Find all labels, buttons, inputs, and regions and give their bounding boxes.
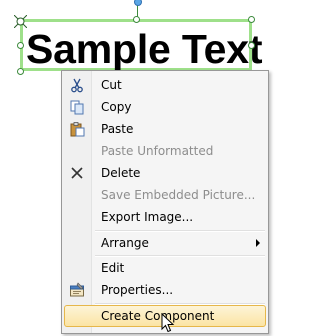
resize-handle-right[interactable] (248, 42, 255, 49)
menu-item-label: Create Component (101, 309, 215, 323)
menu-item-edit[interactable]: Edit (64, 257, 266, 279)
menu-item-properties[interactable]: Properties... (64, 279, 266, 301)
paste-icon (70, 122, 85, 137)
resize-handle-left[interactable] (17, 42, 24, 49)
menu-item-label: Edit (101, 261, 125, 275)
pin-handle-icon[interactable] (14, 15, 27, 28)
menu-item-label: Copy (101, 100, 132, 114)
scissors-icon (71, 78, 83, 93)
menu-item-label: Delete (101, 166, 141, 180)
menu-item-label: Properties... (101, 283, 174, 297)
rotate-handle[interactable] (134, 0, 142, 6)
menu-item-label: Export Image... (101, 210, 194, 224)
menu-item-copy[interactable]: Copy (64, 96, 266, 118)
menu-item-paste-unformatted: Paste Unformatted (64, 140, 266, 162)
menu-item-label: Save Embedded Picture... (101, 188, 256, 202)
mouse-pointer-icon (161, 313, 175, 333)
copy-icon (70, 100, 84, 115)
submenu-arrow-icon (256, 239, 260, 247)
resize-handle-bottom-left[interactable] (17, 68, 24, 75)
menu-item-export-image[interactable]: Export Image... (64, 206, 266, 228)
menu-item-cut[interactable]: Cut (64, 74, 266, 96)
delete-x-icon (71, 167, 83, 179)
menu-item-label: Paste Unformatted (101, 144, 214, 158)
menu-item-label: Cut (101, 78, 122, 92)
menu-item-delete[interactable]: Delete (64, 162, 266, 184)
resize-handle-top-right[interactable] (248, 16, 255, 23)
menu-item-paste[interactable]: Paste (64, 118, 266, 140)
resize-handle-top[interactable] (133, 16, 140, 23)
properties-icon (70, 282, 84, 297)
menu-item-label: Paste (101, 122, 134, 136)
context-menu: Cut Copy Paste Paste Unformatted Delete … (61, 70, 269, 334)
sample-text[interactable]: Sample Text (26, 23, 262, 75)
menu-item-arrange[interactable]: Arrange (64, 232, 266, 254)
menu-item-label: Arrange (101, 236, 149, 250)
menu-item-save-embedded-picture: Save Embedded Picture... (64, 184, 266, 206)
